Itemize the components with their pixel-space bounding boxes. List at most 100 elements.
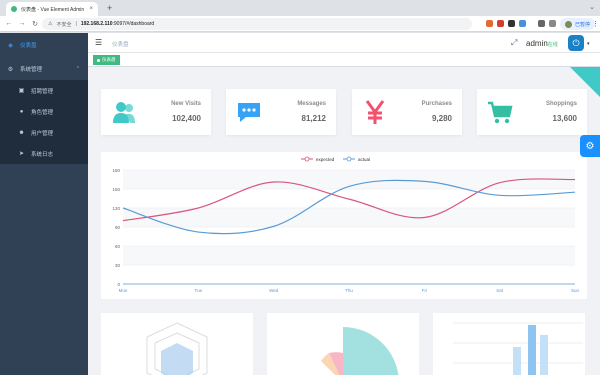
back-icon[interactable]: ←: [5, 20, 13, 27]
legend-dot-expected: [304, 156, 310, 162]
card-label: New Visits: [171, 101, 201, 107]
panel-card-messages[interactable]: Messages 81,212: [226, 89, 336, 135]
pie-chart: [321, 327, 399, 375]
profile-button[interactable]: 已暂停: [560, 18, 596, 30]
power-icon: ⏻: [572, 37, 580, 48]
yen-icon: [365, 100, 385, 124]
main-content: New Visits 102,400 Messages 81,212 Purch…: [88, 67, 600, 375]
url-text: 192.168.2.110:9097/#/dashboard: [81, 21, 154, 27]
sidebar-item-label: 角色管理: [31, 109, 54, 116]
legend-dot-actual: [346, 156, 352, 162]
browser-tab[interactable]: 仪表盘 - Vue Element Admin ×: [6, 2, 98, 16]
active-dot-icon: [97, 58, 100, 62]
extension-icon[interactable]: [497, 20, 504, 27]
card-label: Purchases: [421, 101, 452, 107]
security-label: 不安全: [56, 21, 72, 28]
grid-band: [123, 246, 575, 265]
username[interactable]: admin在线: [526, 39, 558, 48]
legend-label: expected: [316, 157, 335, 162]
sidebar-item-roles[interactable]: ● 角色管理: [0, 101, 88, 122]
username-text: admin: [526, 39, 548, 48]
sidebar-panel-icon[interactable]: [549, 20, 556, 27]
browser-menu-icon[interactable]: ⋮: [592, 20, 599, 28]
sidebar-item-users[interactable]: ☻ 用户管理: [0, 122, 88, 143]
card-value: 9,280: [431, 114, 452, 123]
message-icon: [238, 103, 260, 122]
users-icon: ☻: [18, 129, 25, 136]
sidebar-item-recruit[interactable]: ▣ 招聘管理: [0, 80, 88, 101]
briefcase-icon: ▣: [18, 88, 25, 94]
online-status: 在线: [547, 42, 558, 48]
gear-icon: ⚙: [585, 140, 595, 152]
sidebar-item-label: 仪表盘: [20, 43, 37, 49]
tag-label: 仪表盘: [102, 57, 116, 62]
line-chart: 0 30 60 90 120 150 180 Mon Tue Wed Thu Fri Sat Sun exp…: [112, 156, 580, 293]
y-tick-label: 60: [115, 244, 121, 249]
reload-icon[interactable]: ↻: [31, 20, 39, 28]
caret-down-icon[interactable]: ▾: [587, 41, 590, 47]
new-tab-icon[interactable]: +: [107, 3, 112, 13]
panel-card-purchases[interactable]: Purchases 9,280: [352, 89, 462, 135]
line-chart-card: 0 30 60 90 120 150 180 Mon Tue Wed Thu Fri Sat Sun exp…: [101, 152, 587, 299]
warning-icon: ⚠: [48, 21, 53, 27]
github-icon[interactable]: [508, 20, 515, 27]
dashboard-icon: ◈: [8, 42, 13, 49]
vue-favicon-icon: [11, 6, 17, 12]
settings-icon: ⚙: [7, 66, 14, 73]
tab-search-icon[interactable]: ⌄: [589, 3, 595, 11]
tag-dashboard[interactable]: 仪表盘: [93, 55, 120, 65]
panel-card-shoppings[interactable]: Shoppings 13,600: [477, 89, 587, 135]
y-tick-label: 30: [115, 263, 121, 268]
pie-chart-card: [267, 313, 419, 375]
send-icon: ➤: [18, 151, 25, 157]
settings-gear-button[interactable]: ⚙: [580, 135, 600, 157]
sidebar-item-system[interactable]: ⚙ 系统管理 ⌃: [0, 57, 88, 81]
y-tick-label: 180: [112, 168, 120, 173]
x-tick-label: Sun: [571, 288, 580, 293]
sidebar-item-dashboard[interactable]: ◈ 仪表盘: [0, 33, 88, 57]
url-host: 192.168.2.110: [80, 21, 113, 27]
forward-icon[interactable]: →: [18, 20, 26, 27]
fullscreen-icon[interactable]: ⤢: [511, 38, 517, 48]
extension-icon[interactable]: [486, 20, 493, 27]
bar-chart-card: [433, 313, 585, 375]
sidebar: ◈ 仪表盘 ⚙ 系统管理 ⌃ ▣ 招聘管理 ● 角色管理 ☻ 用户管理 ➤ 系统…: [0, 33, 88, 375]
y-tick-label: 0: [117, 282, 120, 287]
hamburger-icon[interactable]: ☰: [95, 38, 102, 47]
card-label: Messages: [297, 101, 326, 107]
url-path: :9097/#/dashboard: [112, 21, 155, 27]
x-tick-label: Tue: [195, 288, 203, 293]
profile-avatar: [565, 20, 572, 28]
bar-chart: [453, 322, 583, 375]
sidebar-item-label: 系统管理: [20, 67, 43, 73]
extensions-puzzle-icon[interactable]: [538, 20, 545, 27]
radar-chart: [146, 322, 208, 375]
radar-chart-card: [101, 313, 253, 375]
sidebar-item-label: 招聘管理: [31, 88, 54, 95]
sidebar-item-logs[interactable]: ➤ 系统日志: [0, 143, 88, 164]
legend-label: actual: [358, 157, 370, 162]
breadcrumb[interactable]: 仪表盘: [112, 40, 129, 48]
extension-icon[interactable]: [519, 20, 526, 27]
y-tick-label: 150: [112, 187, 120, 192]
grid-band: [123, 208, 575, 227]
close-tab-icon[interactable]: ×: [89, 6, 93, 12]
navbar: ☰ 仪表盘 ⤢ admin在线 ⏻ ▾: [88, 33, 600, 53]
url-input[interactable]: ⚠ 不安全 | 192.168.2.110:9097/#/dashboard: [42, 18, 472, 30]
x-tick-label: Sat: [496, 288, 504, 293]
chevron-up-icon: ⌃: [75, 66, 80, 72]
users-icon: [113, 102, 135, 123]
sidebar-item-label: 系统日志: [31, 151, 54, 158]
card-label: Shoppings: [546, 101, 577, 107]
tab-title: 仪表盘 - Vue Element Admin: [21, 6, 85, 13]
avatar[interactable]: ⏻: [568, 35, 584, 51]
x-tick-label: Mon: [119, 288, 128, 293]
panel-card-visits[interactable]: New Visits 102,400: [101, 89, 211, 135]
card-value: 81,212: [301, 114, 326, 123]
profile-status: 已暂停: [575, 21, 591, 28]
shopping-cart-icon: [488, 101, 513, 124]
address-bar: ← → ↻ ⚠ 不安全 | 192.168.2.110:9097/#/dashb…: [0, 16, 600, 32]
card-value: 13,600: [552, 114, 577, 123]
separator: |: [75, 21, 77, 27]
tags-view: 仪表盘: [88, 53, 600, 67]
